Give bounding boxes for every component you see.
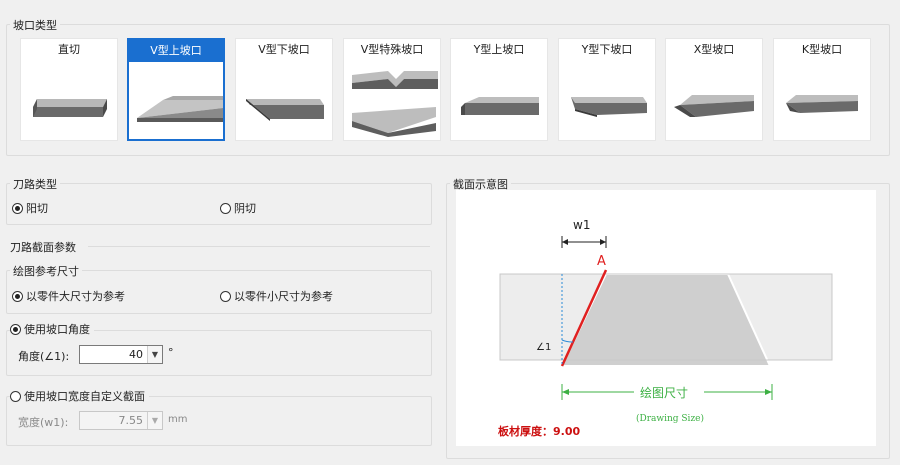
- thickness-caption: 板材厚度：: [498, 425, 553, 438]
- path-type-title: 刀路类型: [10, 176, 60, 192]
- tile-label: K型坡口: [801, 43, 843, 56]
- w1-label: w1: [573, 218, 591, 232]
- drawing-size-en-label: (Drawing Size): [636, 414, 705, 424]
- section-params-title: 刀路截面参数: [10, 241, 76, 254]
- radio-label: 使用坡口宽度自定义截面: [24, 390, 145, 403]
- radio-button[interactable]: [12, 202, 23, 214]
- drawing-size-label: 绘图尺寸: [640, 386, 689, 400]
- width-value: 7.55: [118, 414, 144, 427]
- angle-label: 角度(∠1):: [18, 350, 70, 363]
- section-diagram-canvas: w1 A ∠1 绘图尺寸 (Drawing Size) 板材厚度：9.00: [456, 190, 876, 446]
- tile-label: 直切: [58, 43, 80, 56]
- radio-button[interactable]: [220, 202, 231, 214]
- drawing-ref-small-option[interactable]: 以零件小尺寸为参考: [220, 288, 333, 304]
- angle-combobox[interactable]: 40 ▼: [79, 345, 163, 364]
- bevel-tile-v-special[interactable]: V型特殊坡口: [343, 38, 441, 141]
- straight-cut-icon: [33, 99, 107, 117]
- bevel-tile-straight[interactable]: 直切: [20, 38, 118, 141]
- drawing-ref-large-option[interactable]: 以零件大尺寸为参考: [12, 288, 125, 304]
- radio-button[interactable]: [12, 290, 23, 302]
- bevel-tile-x[interactable]: X型坡口: [665, 38, 763, 141]
- v-top-bevel-icon: [137, 96, 223, 122]
- y-bottom-bevel-icon: [571, 97, 647, 117]
- drawing-ref-title: 绘图参考尺寸: [10, 263, 82, 279]
- radio-label: 以零件大尺寸为参考: [26, 290, 125, 303]
- tile-label: Y型下坡口: [581, 43, 633, 56]
- angle-unit: °: [168, 346, 174, 359]
- path-type-positive-option[interactable]: 阳切: [12, 200, 48, 216]
- tile-label: V型下坡口: [258, 43, 310, 56]
- bevel-tile-v-bottom[interactable]: V型下坡口: [235, 38, 333, 141]
- tile-label: V型特殊坡口: [360, 43, 424, 56]
- bevel-tile-k[interactable]: K型坡口: [773, 38, 871, 141]
- angle-mark-label: ∠1: [536, 342, 552, 353]
- point-a-label: A: [597, 254, 606, 269]
- bevel-type-title: 坡口类型: [10, 17, 60, 33]
- section-params-divider: [88, 246, 430, 247]
- tile-label: V型上坡口: [129, 40, 223, 62]
- use-width-option[interactable]: 使用坡口宽度自定义截面: [10, 388, 149, 404]
- radio-label: 阴切: [234, 202, 256, 215]
- width-combobox[interactable]: 7.55 ▼: [79, 411, 163, 430]
- radio-label: 使用坡口角度: [24, 323, 90, 336]
- path-type-negative-option[interactable]: 阴切: [220, 200, 256, 216]
- thickness-label: 板材厚度：9.00: [498, 423, 580, 439]
- radio-label: 以零件小尺寸为参考: [234, 290, 333, 303]
- radio-button[interactable]: [10, 323, 21, 335]
- angle-value: 40: [129, 348, 143, 361]
- radio-button[interactable]: [220, 290, 231, 302]
- bevel-tile-y-top[interactable]: Y型上坡口: [450, 38, 548, 141]
- width-label: 宽度(w1):: [18, 416, 69, 429]
- tile-label: Y型上坡口: [473, 43, 525, 56]
- path-type-group: [6, 183, 432, 225]
- bevel-tile-v-top[interactable]: V型上坡口: [127, 38, 225, 141]
- radio-button[interactable]: [10, 390, 21, 402]
- chevron-down-icon[interactable]: ▼: [147, 346, 162, 363]
- chevron-down-icon[interactable]: ▼: [147, 412, 162, 429]
- use-angle-option[interactable]: 使用坡口角度: [10, 321, 94, 337]
- v-special-bevel-icon: [352, 71, 438, 137]
- bevel-tile-y-bottom[interactable]: Y型下坡口: [558, 38, 656, 141]
- v-bottom-bevel-icon: [246, 99, 324, 121]
- k-bevel-icon: [786, 95, 858, 113]
- thickness-value: 9.00: [553, 425, 581, 438]
- x-bevel-icon: [674, 95, 754, 117]
- bevel-section-drawing: [499, 236, 833, 400]
- tile-label: X型坡口: [693, 43, 735, 56]
- radio-label: 阳切: [26, 202, 48, 215]
- y-top-bevel-icon: [461, 97, 539, 115]
- width-unit: mm: [168, 414, 188, 425]
